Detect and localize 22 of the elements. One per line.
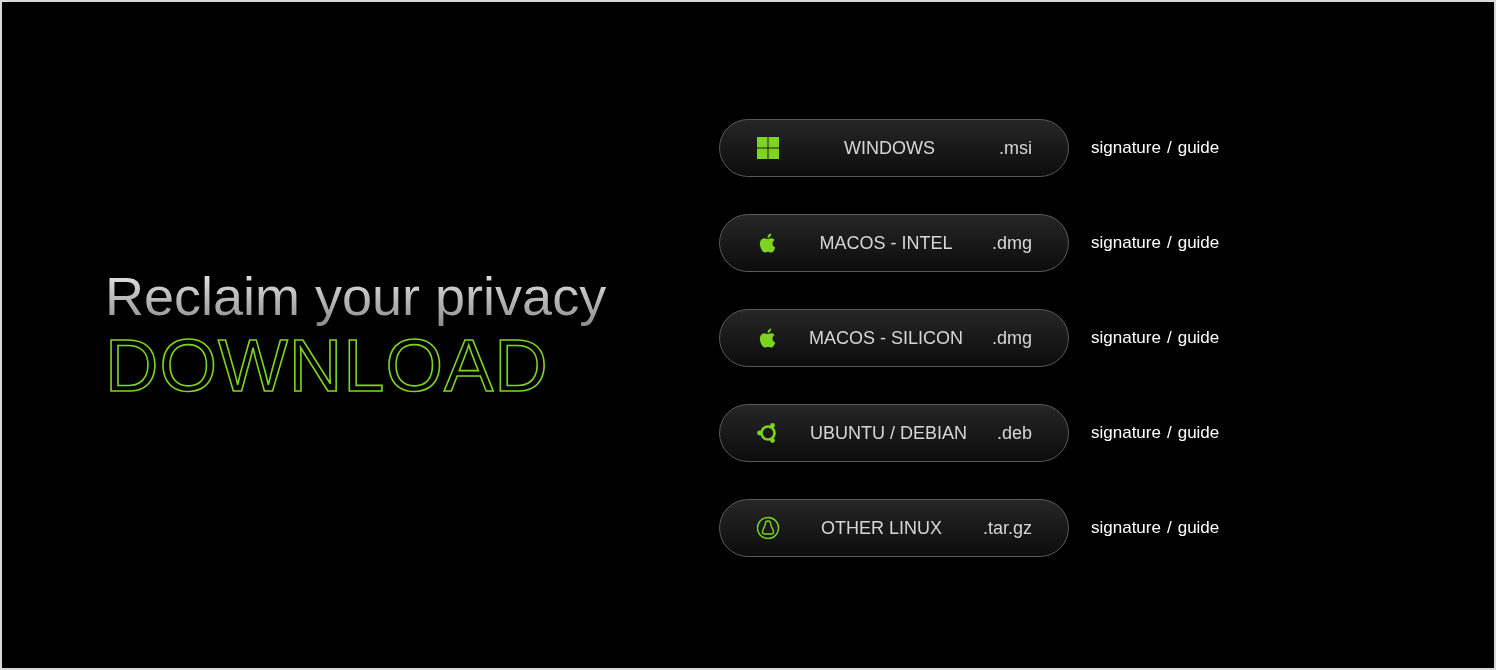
separator: / — [1166, 138, 1172, 158]
link[interactable]: guide — [1177, 423, 1220, 443]
separator: / — [1166, 518, 1172, 538]
separator: / — [1166, 328, 1172, 348]
link[interactable]: signature — [1091, 233, 1161, 253]
download-heading: DOWNLOAD — [105, 327, 549, 405]
download-button[interactable]: WINDOWS .msi — [719, 119, 1069, 177]
download-button[interactable]: MACOS - SILICON .dmg — [719, 309, 1069, 367]
link[interactable]: signature — [1091, 518, 1161, 538]
link[interactable]: guide — [1177, 518, 1220, 538]
link[interactable]: signature — [1091, 138, 1161, 158]
download-button[interactable]: UBUNTU / DEBIAN .deb — [719, 404, 1069, 462]
download-button[interactable]: OTHER LINUX .tar.gz — [719, 499, 1069, 557]
link[interactable]: signature — [1091, 328, 1161, 348]
download-button[interactable]: MACOS - INTEL .dmg — [719, 214, 1069, 272]
link[interactable]: signature — [1091, 423, 1161, 443]
link[interactable]: guide — [1177, 328, 1220, 348]
separator: / — [1166, 233, 1172, 253]
windows-icon — [756, 136, 780, 160]
link[interactable]: guide — [1177, 233, 1220, 253]
separator: / — [1166, 423, 1172, 443]
link[interactable]: guide — [1177, 138, 1220, 158]
